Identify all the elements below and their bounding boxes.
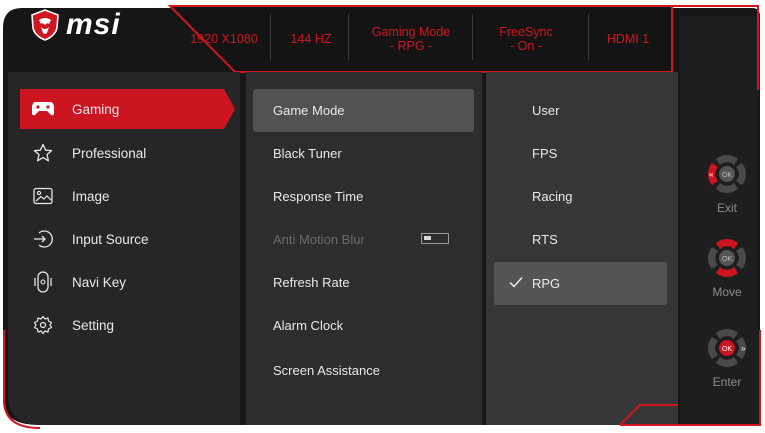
nav-enter-label: Enter xyxy=(712,375,742,389)
dragon-shield-icon xyxy=(31,9,59,41)
ok-text: OK xyxy=(722,172,732,179)
menu-item-label: Setting xyxy=(72,317,115,333)
logo-text: msi xyxy=(66,8,121,41)
option-racing[interactable]: Racing xyxy=(494,175,667,218)
submenu-item-label: Game Mode xyxy=(273,103,345,118)
submenu-item-alarm-clock[interactable]: Alarm Clock xyxy=(253,304,474,347)
joystick-enter-icon: OK » xyxy=(707,328,747,368)
gamepad-icon xyxy=(23,89,63,129)
toggle-knob xyxy=(424,236,431,240)
option-rts[interactable]: RTS xyxy=(494,218,667,261)
input-source-icon xyxy=(23,219,63,259)
status-freesync-value: - On - xyxy=(510,39,542,53)
status-divider xyxy=(588,14,589,60)
menu-item-label: Image xyxy=(72,188,110,204)
status-refresh-rate: 144 HZ xyxy=(290,32,332,46)
ok-text: OK xyxy=(722,256,732,263)
submenu-item-label: Alarm Clock xyxy=(273,318,344,333)
status-freesync-label: FreeSync xyxy=(499,25,553,39)
menu-item-image[interactable]: Image xyxy=(20,176,232,216)
submenu-item-label: Screen Assistance xyxy=(273,363,380,378)
gear-icon xyxy=(23,305,63,345)
option-label: RPG xyxy=(532,276,561,291)
image-icon xyxy=(23,176,63,216)
menu-item-label: Input Source xyxy=(72,231,149,247)
status-resolution: 1920 X1080 xyxy=(190,32,258,46)
menu-item-professional[interactable]: Professional xyxy=(20,133,232,173)
submenu-item-black-tuner[interactable]: Black Tuner xyxy=(253,132,474,175)
anti-motion-blur-toggle xyxy=(421,233,449,244)
submenu-item-screen-assistance[interactable]: Screen Assistance xyxy=(253,349,474,392)
joystick-exit-icon: OK « xyxy=(707,154,747,194)
star-icon xyxy=(23,133,63,173)
submenu-item-anti-motion-blur: Anti Motion Blur xyxy=(253,218,474,261)
svg-text:»: » xyxy=(741,344,746,353)
menu-item-input-source[interactable]: Input Source xyxy=(20,219,232,259)
submenu-item-game-mode[interactable]: Game Mode xyxy=(253,89,474,132)
menu-item-setting[interactable]: Setting xyxy=(20,305,232,345)
status-input: HDMI 1 xyxy=(606,32,650,46)
nav-move: OK Move xyxy=(697,236,757,299)
status-game-mode-label: Gaming Mode xyxy=(371,25,451,39)
ok-text: OK xyxy=(722,346,732,353)
menu-item-navi-key[interactable]: Navi Key xyxy=(20,262,232,302)
nav-exit-label: Exit xyxy=(716,201,737,215)
status-game-mode: Gaming Mode - RPG - xyxy=(356,18,466,60)
nav-move-label: Move xyxy=(712,285,742,299)
option-fps[interactable]: FPS xyxy=(494,132,667,175)
option-rpg[interactable]: RPG xyxy=(494,262,667,305)
submenu-item-label: Response Time xyxy=(273,189,364,204)
submenu-item-label: Anti Motion Blur xyxy=(273,232,365,247)
joystick-move-icon: OK xyxy=(707,238,747,278)
status-divider xyxy=(472,14,473,60)
submenu-item-refresh-rate[interactable]: Refresh Rate xyxy=(253,261,474,304)
menu-item-label: Gaming xyxy=(72,101,120,117)
status-divider xyxy=(270,14,271,60)
option-label: FPS xyxy=(532,146,558,161)
menu-item-label: Navi Key xyxy=(72,274,127,290)
joystick-icon xyxy=(23,262,63,302)
menu-item-gaming[interactable]: Gaming xyxy=(20,89,232,129)
svg-text:«: « xyxy=(709,170,714,179)
msi-logo: msi xyxy=(30,8,121,42)
option-label: RTS xyxy=(532,232,558,247)
submenu-item-label: Black Tuner xyxy=(273,146,342,161)
status-freesync: FreeSync - On - xyxy=(480,18,572,60)
checkmark-icon xyxy=(509,277,523,288)
menu-item-label: Professional xyxy=(72,145,147,161)
submenu-item-label: Refresh Rate xyxy=(273,275,350,290)
submenu-item-response-time[interactable]: Response Time xyxy=(253,175,474,218)
option-label: User xyxy=(532,103,560,118)
status-divider xyxy=(348,14,349,60)
nav-enter: OK » Enter xyxy=(697,326,757,389)
option-label: Racing xyxy=(532,189,573,204)
option-user[interactable]: User xyxy=(494,89,667,132)
nav-exit: OK « Exit xyxy=(697,152,757,215)
status-game-mode-value: - RPG - xyxy=(389,39,433,53)
